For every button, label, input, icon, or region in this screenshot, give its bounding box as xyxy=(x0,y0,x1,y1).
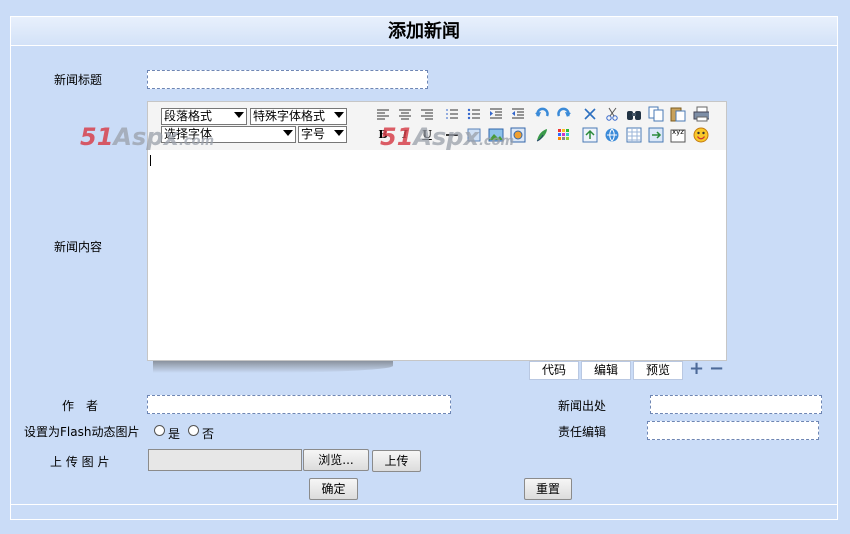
chevron-down-icon xyxy=(334,112,344,118)
upload-image-label: 上 传 图 片 xyxy=(50,455,110,469)
source-input[interactable] xyxy=(650,395,822,414)
align-left-icon[interactable] xyxy=(375,106,391,122)
tab-edit[interactable]: 编辑 xyxy=(581,361,631,380)
underline-icon[interactable]: U xyxy=(419,127,435,143)
outdent-icon[interactable] xyxy=(510,106,526,122)
flash-no-label: 否 xyxy=(202,427,215,441)
flash-yes-label: 是 xyxy=(168,427,181,441)
expand-editor-icon[interactable]: + xyxy=(689,359,704,379)
responsible-editor-label: 责任编辑 xyxy=(558,425,607,439)
print-icon[interactable] xyxy=(693,106,709,122)
align-right-icon[interactable] xyxy=(419,106,435,122)
responsible-editor-input[interactable] xyxy=(647,421,819,440)
news-content-label: 新闻内容 xyxy=(54,240,103,254)
media-icon[interactable] xyxy=(510,127,526,143)
browse-button[interactable]: 浏览... xyxy=(303,449,369,471)
font-size-value: 字号 xyxy=(301,127,326,141)
special-font-value: 特殊字体格式 xyxy=(253,109,326,123)
author-input[interactable] xyxy=(147,395,451,414)
flash-image-label: 设置为Flash动态图片 xyxy=(24,425,140,439)
author-label: 作 者 xyxy=(62,399,99,413)
image-icon[interactable] xyxy=(488,127,504,143)
chevron-down-icon xyxy=(283,130,293,136)
confirm-button[interactable]: 确定 xyxy=(309,478,358,500)
bold-icon[interactable]: B xyxy=(375,127,391,143)
paragraph-format-value: 段落格式 xyxy=(164,109,213,123)
table-icon[interactable] xyxy=(626,127,642,143)
symbol-icon[interactable]: xyz xyxy=(670,127,686,143)
rich-text-editor: 段落格式 特殊字体格式 选择字体 字号 B I U xyz xyxy=(147,101,727,361)
editor-content-area[interactable] xyxy=(148,150,726,360)
page-title: 添加新闻 xyxy=(11,17,837,46)
special-font-select[interactable]: 特殊字体格式 xyxy=(250,108,347,125)
copy-icon[interactable] xyxy=(648,106,664,122)
footer-divider xyxy=(11,504,837,505)
insert-table-icon[interactable] xyxy=(582,127,598,143)
web-link-icon[interactable] xyxy=(604,127,620,143)
shrink-editor-icon[interactable]: − xyxy=(709,359,724,379)
news-title-input[interactable] xyxy=(147,70,428,89)
indent-icon[interactable] xyxy=(488,106,504,122)
color-palette-icon[interactable] xyxy=(556,127,572,143)
flash-icon[interactable] xyxy=(534,127,550,143)
font-value: 选择字体 xyxy=(164,127,213,141)
delete-icon[interactable] xyxy=(582,106,598,122)
editor-toolbar: 段落格式 特殊字体格式 选择字体 字号 B I U xyz xyxy=(148,102,726,151)
unordered-list-icon[interactable] xyxy=(466,106,482,122)
special-char-icon[interactable] xyxy=(648,127,664,143)
reset-button[interactable]: 重置 xyxy=(524,478,572,500)
font-select[interactable]: 选择字体 xyxy=(161,126,296,143)
source-label: 新闻出处 xyxy=(558,399,607,413)
paragraph-format-select[interactable]: 段落格式 xyxy=(161,108,247,125)
undo-icon[interactable] xyxy=(534,106,550,122)
ordered-list-icon[interactable] xyxy=(444,106,460,122)
redo-icon[interactable] xyxy=(556,106,572,122)
emoticon-icon[interactable] xyxy=(693,127,709,143)
font-size-select[interactable]: 字号 xyxy=(298,126,347,143)
find-icon[interactable] xyxy=(626,106,642,122)
italic-icon[interactable]: I xyxy=(397,127,413,143)
upload-button[interactable]: 上传 xyxy=(372,450,421,472)
tab-code[interactable]: 代码 xyxy=(529,361,579,380)
file-path-input[interactable] xyxy=(148,449,302,471)
text-cursor xyxy=(150,155,151,166)
strikethrough-icon[interactable] xyxy=(444,127,460,143)
symbol-icon-label: xyz xyxy=(672,128,684,136)
flash-no-radio[interactable] xyxy=(188,425,199,436)
flash-yes-radio[interactable] xyxy=(154,425,165,436)
cut-icon[interactable] xyxy=(604,106,620,122)
chevron-down-icon xyxy=(234,112,244,118)
align-center-icon[interactable] xyxy=(397,106,413,122)
horizontal-rule-icon[interactable] xyxy=(466,127,482,143)
tab-preview[interactable]: 预览 xyxy=(633,361,683,380)
chevron-down-icon xyxy=(334,130,344,136)
paste-icon[interactable] xyxy=(670,106,686,122)
news-title-label: 新闻标题 xyxy=(54,73,103,87)
